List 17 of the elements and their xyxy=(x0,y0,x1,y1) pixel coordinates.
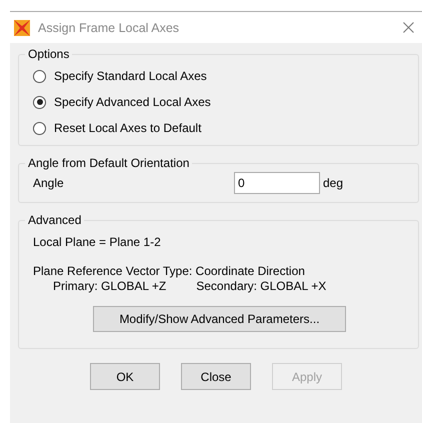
radio-label[interactable]: Specify Standard Local Axes xyxy=(54,69,207,83)
primary-text: Primary: GLOBAL +Z xyxy=(53,279,166,293)
group-title: Options xyxy=(27,47,70,61)
secondary-text: Secondary: GLOBAL +X xyxy=(196,279,326,293)
advanced-parameters-button[interactable]: Modify/Show Advanced Parameters... xyxy=(93,306,346,332)
local-plane-text: Local Plane = Plane 1-2 xyxy=(33,235,162,249)
vector-type-text: Plane Reference Vector Type: Coordinate Direction xyxy=(33,264,306,278)
angle-label: Angle xyxy=(33,176,65,190)
group-title: Angle from Default Orientation xyxy=(27,156,190,170)
angle-field[interactable]: 0 xyxy=(234,172,320,194)
dialog-button[interactable]: Close xyxy=(181,363,251,390)
dialog-button[interactable]: OK xyxy=(90,363,160,390)
radio-label[interactable]: Reset Local Axes to Default xyxy=(54,121,202,135)
group-title: Advanced xyxy=(27,213,82,227)
window-title: Assign Frame Local Axes xyxy=(38,20,180,34)
radio-label[interactable]: Specify Advanced Local Axes xyxy=(54,95,211,109)
unit-label: deg xyxy=(323,176,344,190)
